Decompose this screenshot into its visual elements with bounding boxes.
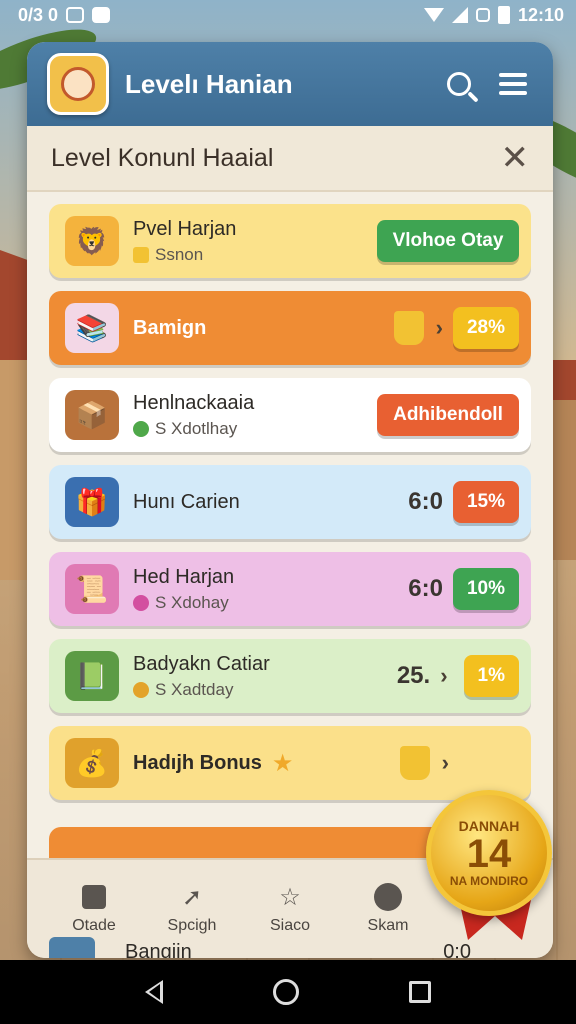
coin-icon (133, 246, 149, 263)
scroll-icon: 📜 (65, 564, 119, 614)
search-icon (447, 72, 471, 96)
person-icon (374, 883, 402, 911)
status-left-text: 0/3 0 (18, 4, 59, 25)
books-stack-icon: 📗 (65, 651, 119, 701)
nav-item-otade[interactable]: Otade (45, 883, 143, 935)
row-value: 6:0 (408, 575, 443, 602)
system-navigation-bar (0, 960, 576, 1024)
row-subtitle: S Xadtday (155, 679, 234, 699)
row-title: Bangiin (125, 940, 192, 959)
list-item[interactable]: 📜 Hed Harjan S Xdohay 6:0 10% (49, 552, 531, 626)
dialog-header: Level Konunl Haaial ✕ (27, 126, 553, 192)
hamburger-menu-icon (499, 73, 527, 95)
row-title: Hunı Carien (133, 490, 240, 513)
recent-apps-icon[interactable] (409, 981, 431, 1003)
row-badge: 28% (452, 307, 519, 349)
row-title: Henlnackaaia (133, 391, 255, 414)
close-button[interactable]: ✕ (501, 141, 530, 175)
row-value: 25. (396, 662, 431, 689)
list-item[interactable]: 📚 Bamign › 28% (49, 291, 531, 365)
coin-icon (133, 681, 149, 698)
app-logo-icon (47, 53, 109, 115)
row-badge: 15% (452, 481, 519, 523)
status-bar: 0/3 0 12:10 (0, 0, 576, 30)
row-value: 6:0 (408, 488, 443, 515)
message-icon (92, 7, 111, 23)
row-value: 0:0 (443, 940, 471, 959)
row-title: Badyakn Catiar (133, 652, 270, 675)
signal-icon (451, 7, 468, 23)
row-subtitle: S Xdotlhay (155, 418, 238, 438)
chevron-right-icon: › (441, 750, 449, 775)
back-icon[interactable] (145, 980, 163, 1004)
row-badge: 10% (452, 568, 519, 610)
row-subtitle: S Xdohay (155, 592, 229, 612)
star-icon: ★ (271, 749, 294, 777)
box-icon (82, 885, 106, 909)
nav-item-spcigh[interactable]: ➚ Spcigh (143, 883, 241, 935)
row-action-button[interactable]: Adhibendoll (377, 394, 519, 436)
list-item[interactable]: 💰 Hadıjh Bonus ★ › (49, 726, 531, 800)
trophy-cup-icon (399, 746, 430, 780)
row-badge: 1% (463, 655, 519, 697)
nav-item-siaco[interactable]: ☆ Siaco (241, 883, 339, 935)
medal-bottom-text: NA MONDIRO (449, 874, 529, 888)
notification-icon (66, 7, 85, 23)
medal-number: 14 (466, 832, 512, 876)
row-title: Pvel Harjan (133, 217, 237, 240)
gem-icon (133, 594, 149, 611)
row-title: Hed Harjan (133, 565, 235, 588)
arrow-icon: ➚ (181, 883, 203, 911)
lion-icon: 🦁 (65, 216, 119, 266)
chevron-right-icon: › (435, 315, 443, 340)
nav-item-skam[interactable]: Skam (339, 883, 437, 935)
dialog-title: Level Konunl Haaial (51, 143, 274, 172)
app-title: Levelı Hanian (125, 68, 293, 99)
gift-box-icon: 🎁 (65, 477, 119, 527)
book-icon: 📚 (65, 303, 119, 353)
row-action-button[interactable]: Vlohoe Otay (377, 220, 519, 262)
clover-icon (133, 420, 149, 437)
row-subtitle: Ssnon (155, 244, 204, 264)
background-wall (0, 360, 30, 580)
search-button[interactable] (439, 64, 479, 104)
chest-icon: 📦 (65, 390, 119, 440)
wifi-icon (423, 8, 444, 22)
star-outline-icon: ☆ (279, 883, 301, 911)
home-icon[interactable] (273, 979, 299, 1005)
level-list: 🦁 Pvel Harjan Ssnon Vlohoe Otay 📚 Bamign… (27, 192, 553, 800)
folder-icon (49, 937, 95, 958)
list-item[interactable]: 🦁 Pvel Harjan Ssnon Vlohoe Otay (49, 204, 531, 278)
chevron-right-icon: › (440, 663, 448, 688)
level-medal-badge[interactable]: DANNAH 14 NA MONDIRO (426, 790, 552, 916)
trophy-cup-icon (393, 311, 424, 345)
row-title: Bamign (133, 316, 207, 339)
alarm-icon (475, 8, 490, 22)
list-item[interactable]: 🎁 Hunı Carien 6:0 15% (49, 465, 531, 539)
battery-icon (497, 6, 510, 24)
status-time: 12:10 (517, 4, 564, 25)
partial-list-item: Bangiin 0:0 (49, 932, 531, 958)
app-header: Levelı Hanian (27, 42, 553, 126)
list-item[interactable]: 📗 Badyakn Catiar S Xadtday 25. › 1% (49, 639, 531, 713)
list-item[interactable]: 📦 Henlnackaaia S Xdotlhay Adhibendoll (49, 378, 531, 452)
row-title: Hadıjh Bonus (133, 751, 262, 774)
menu-button[interactable] (493, 64, 533, 104)
treasure-icon: 💰 (65, 738, 119, 788)
